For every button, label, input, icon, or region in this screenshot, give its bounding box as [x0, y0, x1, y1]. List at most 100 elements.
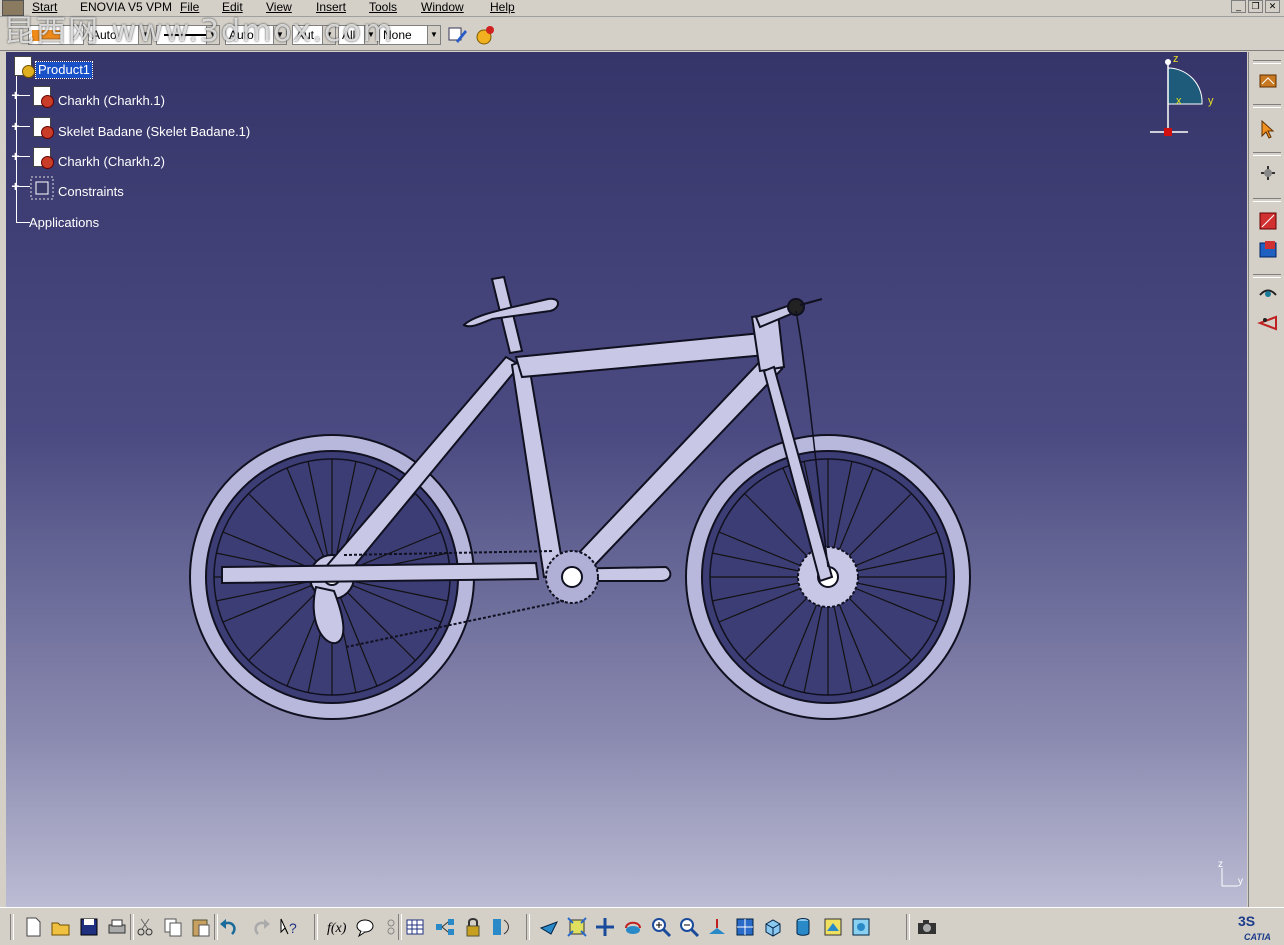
- multi-view-icon[interactable]: [734, 916, 756, 938]
- toolbar-separator: [1253, 60, 1281, 64]
- fit-all-icon[interactable]: [566, 916, 588, 938]
- 3d-viewport[interactable]: Product1 + Charkh (Charkh.1) + Skelet Ba…: [6, 52, 1247, 907]
- layer-filter-value: All: [342, 28, 356, 42]
- shading-icon[interactable]: [792, 916, 814, 938]
- fill-color-combo[interactable]: [28, 25, 84, 45]
- tree-icon[interactable]: [434, 916, 456, 938]
- formula-icon[interactable]: f(x): [326, 916, 348, 938]
- hide-show-icon[interactable]: [822, 916, 844, 938]
- part-icon[interactable]: [33, 117, 54, 139]
- point-symbol-combo[interactable]: Aut ▼: [292, 25, 336, 45]
- mini-axis-icon: z y: [1218, 859, 1243, 887]
- menu-tools[interactable]: Tools: [369, 0, 397, 16]
- view-camera-icon[interactable]: [1257, 312, 1279, 334]
- menu-enovia-label: ENOVIA V5 VPM: [80, 0, 173, 14]
- line-thickness-combo[interactable]: Auto ▼: [225, 25, 287, 45]
- compass-z-label: z: [1173, 54, 1179, 65]
- chevron-down-icon: ▼: [427, 26, 440, 44]
- constraint-icon[interactable]: [490, 916, 512, 938]
- window-controls: _ ❐ ✕: [1231, 0, 1280, 14]
- tree-connector: [16, 156, 30, 157]
- svg-text:f(x): f(x): [327, 921, 347, 936]
- tree-connector: [16, 95, 30, 96]
- right-toolbar: [1248, 52, 1284, 907]
- line-type-combo[interactable]: ▼: [156, 25, 220, 45]
- iso-view-icon[interactable]: [762, 916, 784, 938]
- toolbar-separator: [1253, 198, 1281, 202]
- table-icon[interactable]: [404, 916, 426, 938]
- undo-icon[interactable]: [218, 916, 240, 938]
- tree-item-charkh-1[interactable]: Charkh (Charkh.1): [58, 93, 165, 109]
- restore-button[interactable]: ❐: [1248, 0, 1263, 13]
- tree-root-product[interactable]: Product1: [34, 61, 94, 79]
- capture-icon[interactable]: [916, 916, 938, 938]
- menu-window-label: Window: [421, 0, 464, 14]
- menu-view[interactable]: View: [266, 0, 292, 16]
- comment-icon[interactable]: [354, 916, 376, 938]
- manipulation-icon[interactable]: [1257, 162, 1279, 184]
- save-icon[interactable]: [78, 916, 100, 938]
- look-at-icon[interactable]: [1257, 284, 1279, 306]
- menu-file[interactable]: File: [180, 0, 199, 16]
- minimize-button[interactable]: _: [1231, 0, 1246, 13]
- part-icon[interactable]: [33, 86, 54, 108]
- menu-file-label: File: [180, 0, 200, 14]
- whats-this-icon[interactable]: ?: [278, 916, 300, 938]
- transparency-combo[interactable]: Auto ▼: [88, 25, 152, 45]
- menu-start[interactable]: Start: [32, 0, 57, 16]
- cut-icon[interactable]: [134, 916, 156, 938]
- lock-icon[interactable]: [462, 916, 484, 938]
- compass-y-label: y: [1208, 95, 1214, 107]
- zoom-out-icon[interactable]: [678, 916, 700, 938]
- layer-filter-combo[interactable]: All ▼: [338, 25, 378, 45]
- pan-icon[interactable]: [594, 916, 616, 938]
- select-arrow-icon[interactable]: [1257, 118, 1279, 140]
- sectioning-icon[interactable]: [1257, 238, 1279, 260]
- product-structure-icon[interactable]: [1257, 70, 1279, 92]
- rotate-icon[interactable]: [622, 916, 644, 938]
- material-icon[interactable]: [474, 24, 496, 46]
- clash-icon[interactable]: [1257, 210, 1279, 232]
- constraints-icon[interactable]: [30, 176, 54, 200]
- toolbar-separator: [906, 914, 910, 940]
- layer-value: None: [383, 28, 412, 42]
- menu-view-label: View: [266, 0, 292, 14]
- toolbar-separator: [10, 914, 14, 940]
- redo-icon[interactable]: [250, 916, 272, 938]
- open-icon[interactable]: [50, 916, 72, 938]
- part-icon[interactable]: [33, 147, 54, 169]
- fly-icon[interactable]: [538, 916, 560, 938]
- svg-text:?: ?: [289, 920, 297, 936]
- menu-help[interactable]: Help: [490, 0, 515, 16]
- app-icon[interactable]: [2, 0, 24, 16]
- chevron-down-icon: ▼: [364, 26, 377, 44]
- compass-icon[interactable]: z x y: [1146, 54, 1226, 144]
- tree-item-applications[interactable]: Applications: [29, 215, 99, 231]
- new-icon[interactable]: [22, 916, 44, 938]
- normal-view-icon[interactable]: [706, 916, 728, 938]
- product-icon[interactable]: [14, 56, 35, 78]
- paste-icon[interactable]: [190, 916, 212, 938]
- tree-item-charkh-2[interactable]: Charkh (Charkh.2): [58, 154, 165, 170]
- menu-enovia[interactable]: ENOVIA V5 VPM: [80, 0, 172, 16]
- close-button[interactable]: ✕: [1265, 0, 1280, 13]
- mini-axis-y: y: [1238, 876, 1243, 887]
- compass-x-label: x: [1176, 95, 1182, 107]
- menu-start-label: Start: [32, 0, 58, 14]
- toolbar-separator: [398, 914, 402, 940]
- swap-visible-icon[interactable]: [850, 916, 872, 938]
- menu-edit[interactable]: Edit: [222, 0, 243, 16]
- menu-insert[interactable]: Insert: [316, 0, 346, 16]
- zoom-in-icon[interactable]: [650, 916, 672, 938]
- transparency-value: Auto: [92, 28, 117, 42]
- copy-icon[interactable]: [162, 916, 184, 938]
- bicycle-model[interactable]: [176, 247, 996, 727]
- print-icon[interactable]: [106, 916, 128, 938]
- layer-combo[interactable]: None ▼: [379, 25, 441, 45]
- bottom-toolbar: ? f(x) 3S CATIA: [0, 907, 1284, 944]
- tree-item-skelet-badane[interactable]: Skelet Badane (Skelet Badane.1): [58, 124, 250, 140]
- painter-icon[interactable]: [446, 24, 468, 46]
- tree-item-constraints[interactable]: Constraints: [58, 184, 124, 200]
- menu-window[interactable]: Window: [421, 0, 464, 16]
- tree-connector: [16, 186, 30, 187]
